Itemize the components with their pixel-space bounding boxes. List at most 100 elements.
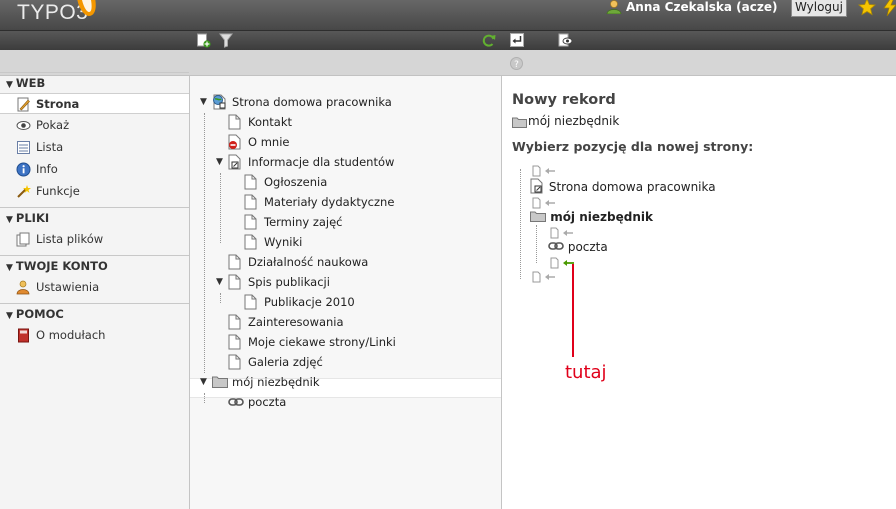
typo3-logo-icon: [77, 0, 96, 16]
page-icon[interactable]: [244, 194, 258, 210]
menu-item-pokaz[interactable]: Pokaż: [0, 115, 189, 136]
page-hidden-icon[interactable]: [228, 134, 242, 150]
tree-node-label[interactable]: Wyniki: [264, 232, 302, 252]
menu-item-label: Pokaż: [36, 118, 70, 132]
page-title: Nowy rekord: [512, 92, 616, 108]
position-item-label: Strona domowa pracownika: [548, 180, 716, 194]
menu-section-pomoc[interactable]: ▼ POMOC: [0, 303, 189, 323]
position-tree-item: Strona domowa pracownika: [530, 178, 716, 194]
menu-item-funkcje[interactable]: Funkcje: [0, 181, 189, 202]
tree-node-label[interactable]: Terminy zajęć: [264, 212, 343, 232]
module-menu: ▼ WEB Strona Pokaż Lista Info Funkcje ▼ PL…: [0, 31, 190, 509]
back-icon[interactable]: [510, 33, 524, 47]
record-folder-name: mój niezbędnik: [528, 114, 620, 128]
menu-item-strona[interactable]: Strona: [0, 93, 189, 114]
position-tree-item: poczta: [548, 239, 608, 255]
module-menu-toolbar: [0, 31, 190, 50]
user-settings-icon: [16, 280, 30, 295]
site-root-icon[interactable]: [212, 94, 226, 110]
tree-line: [220, 293, 221, 303]
page-shortcut-icon[interactable]: [228, 154, 242, 170]
help-icon[interactable]: ?: [510, 57, 523, 70]
page-icon[interactable]: [228, 314, 242, 330]
list-icon: [17, 141, 30, 154]
menu-item-info[interactable]: Info: [0, 159, 189, 180]
page-icon[interactable]: [244, 174, 258, 190]
tree-node-label[interactable]: Ogłoszenia: [264, 172, 327, 192]
tree-node-label[interactable]: poczta: [248, 392, 286, 412]
menu-item-lista[interactable]: Lista: [0, 137, 189, 158]
page-icon[interactable]: [244, 294, 258, 310]
page-shortcut-icon: [530, 178, 543, 194]
tree-node-label[interactable]: Materiały dydaktyczne: [264, 192, 394, 212]
position-tree-line: [520, 169, 521, 279]
folder-icon: [530, 211, 546, 222]
page-icon[interactable]: [228, 334, 242, 350]
position-tree-item: mój niezbędnik: [530, 209, 653, 225]
menu-item-ustawienia[interactable]: Ustawienia: [0, 277, 189, 298]
position-item-label: mój niezbędnik: [550, 210, 653, 224]
page-icon[interactable]: [244, 214, 258, 230]
tree-node-label[interactable]: Moje ciekawe strony/Linki: [248, 332, 396, 352]
menu-item-label: Info: [36, 162, 58, 176]
expand-toggle-icon[interactable]: ▼: [200, 92, 207, 112]
flash-icon[interactable]: [882, 0, 896, 16]
menu-section-label: PLIKI: [15, 211, 50, 225]
page-icon[interactable]: [228, 254, 242, 270]
refresh-icon[interactable]: [482, 33, 496, 48]
menu-item-o-modulach[interactable]: O modułach: [0, 325, 189, 346]
expand-toggle-icon[interactable]: ▼: [200, 372, 207, 392]
tree-node-label[interactable]: Działalność naukowa: [248, 252, 368, 272]
collapse-icon: ▼: [6, 215, 13, 225]
svg-text:?: ?: [514, 60, 519, 70]
expand-toggle-icon[interactable]: ▼: [216, 272, 223, 292]
tree-node-label[interactable]: Strona domowa pracownika: [232, 92, 392, 112]
insert-position-marker[interactable]: [532, 271, 556, 287]
file-list-icon: [16, 232, 30, 247]
page-icon[interactable]: [228, 274, 242, 290]
tree-node-label[interactable]: Informacje dla studentów: [248, 152, 394, 172]
menu-section-twoje-konto[interactable]: ▼ TWOJE KONTO: [0, 255, 189, 275]
expand-toggle-icon[interactable]: ▼: [216, 152, 223, 172]
magic-wand-icon: [17, 185, 31, 198]
page-edit-icon: [17, 97, 30, 112]
info-icon: [16, 162, 31, 177]
page-icon[interactable]: [228, 354, 242, 370]
new-page-icon[interactable]: [196, 33, 211, 48]
content-panel: ? Nowy rekord mój niezbędnik Wybierz poz…: [502, 31, 896, 509]
menu-section-pliki[interactable]: ▼ PLIKI: [0, 207, 189, 227]
folder-icon: [512, 116, 527, 128]
page-icon[interactable]: [228, 114, 242, 130]
eye-icon: [16, 121, 31, 130]
menu-item-label: Ustawienia: [36, 280, 100, 294]
view-page-icon[interactable]: [558, 33, 573, 47]
position-tree-line: [536, 225, 537, 263]
folder-icon[interactable]: [212, 374, 228, 390]
menu-section-label: WEB: [15, 76, 46, 90]
page-tree-toolbar: [190, 31, 502, 50]
menu-item-label: O modułach: [36, 328, 106, 342]
link-icon[interactable]: [228, 394, 244, 410]
annotation-text: tutaj: [565, 362, 607, 383]
menu-item-lista-plikow[interactable]: Lista plików: [0, 229, 189, 250]
tree-node-label[interactable]: Publikacje 2010: [264, 292, 355, 312]
position-item-label: poczta: [567, 240, 608, 254]
bookmark-star-icon[interactable]: [858, 0, 876, 16]
collapse-icon: ▼: [6, 263, 13, 273]
link-icon: [548, 242, 564, 250]
tree-node-label[interactable]: mój niezbędnik: [232, 372, 320, 392]
menu-item-label: Strona: [36, 97, 80, 111]
tree-node-label[interactable]: Zainteresowania: [248, 312, 344, 332]
logout-button[interactable]: Wyloguj: [791, 0, 847, 17]
tree-node-label[interactable]: Kontakt: [248, 112, 292, 132]
user-icon: [606, 0, 622, 14]
tree-node-label[interactable]: Spis publikacji: [248, 272, 330, 292]
tree-line: [204, 393, 205, 403]
page-icon[interactable]: [244, 234, 258, 250]
tree-line: [220, 173, 221, 243]
tree-node-label[interactable]: Galeria zdjęć: [248, 352, 323, 372]
menu-item-label: Funkcje: [36, 184, 80, 198]
menu-section-web[interactable]: ▼ WEB: [0, 72, 189, 92]
filter-icon[interactable]: [219, 33, 233, 48]
tree-node-label[interactable]: O mnie: [248, 132, 289, 152]
